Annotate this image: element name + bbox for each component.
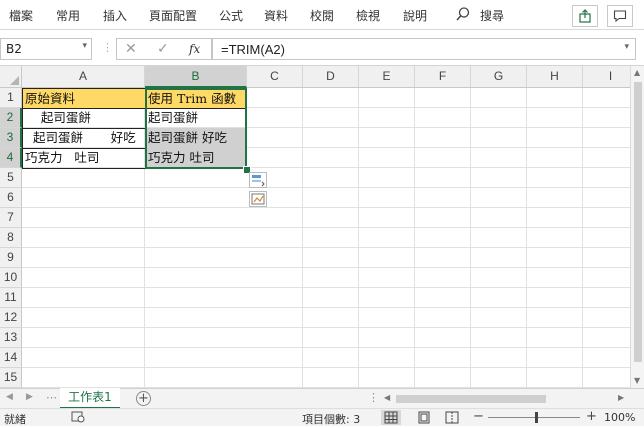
scroll-right-icon[interactable]: ▶ — [618, 393, 624, 402]
formula-text: =TRIM(A2) — [221, 42, 285, 57]
formula-input[interactable]: =TRIM(A2) ▾ — [212, 38, 636, 60]
cell-a4[interactable]: 巧克力 吐司 — [22, 148, 146, 169]
scroll-thumb[interactable] — [634, 82, 642, 362]
cell-b1[interactable]: 使用 Trim 函數 — [145, 88, 247, 109]
insert-function-icon[interactable]: fx — [189, 42, 200, 56]
zoom-in-button[interactable]: + — [586, 409, 597, 424]
row-header-4[interactable]: 4 — [0, 148, 22, 168]
add-sheet-button[interactable]: + — [136, 391, 151, 406]
column-header-b[interactable]: B — [145, 66, 247, 88]
column-header-c[interactable]: C — [247, 66, 303, 88]
cell-a3[interactable]: 起司蛋餅 好吃 — [22, 128, 146, 149]
cell-a2[interactable]: 起司蛋餅 — [22, 108, 146, 129]
comments-button[interactable] — [607, 5, 633, 27]
page-layout-view-icon[interactable] — [416, 410, 432, 425]
prev-sheet-icon[interactable]: ◀ — [6, 392, 13, 402]
row-header-5[interactable]: 5 — [0, 168, 22, 188]
column-header-g[interactable]: G — [471, 66, 527, 88]
tab-view[interactable]: 檢視 — [356, 7, 380, 24]
row-header-6[interactable]: 6 — [0, 188, 22, 208]
more-sheets-icon[interactable]: ⋯ — [46, 391, 57, 404]
ribbon-tab-bar: 檔案 常用 插入 頁面配置 公式 資料 校閱 檢視 說明 搜尋 — [0, 0, 644, 30]
more-dots-icon: ⋮ — [102, 41, 113, 54]
h-scroll-thumb[interactable] — [396, 395, 546, 403]
formula-buttons: ✕ ✓ fx — [116, 38, 212, 60]
normal-view-icon[interactable] — [381, 410, 401, 425]
share-icon — [579, 9, 591, 23]
share-button[interactable] — [572, 5, 598, 27]
search-label[interactable]: 搜尋 — [480, 7, 504, 24]
expand-formula-icon[interactable]: ▾ — [624, 42, 629, 52]
search-icon[interactable] — [455, 6, 471, 22]
chevron-down-icon[interactable]: ▾ — [82, 41, 87, 51]
column-header-a[interactable]: A — [22, 66, 145, 88]
status-mode: 就緒 — [4, 413, 26, 426]
scroll-up-icon[interactable]: ▲ — [634, 68, 640, 77]
vertical-scrollbar[interactable]: ▲ ▼ — [630, 66, 644, 388]
tab-home[interactable]: 常用 — [56, 7, 80, 24]
tab-insert[interactable]: 插入 — [103, 7, 127, 24]
tab-page-layout[interactable]: 頁面配置 — [149, 7, 197, 24]
tab-help[interactable]: 說明 — [403, 7, 427, 24]
scroll-left-icon[interactable]: ◀ — [384, 393, 390, 402]
tab-file[interactable]: 檔案 — [9, 7, 33, 24]
tab-formulas[interactable]: 公式 — [219, 7, 243, 24]
column-header-d[interactable]: D — [303, 66, 359, 88]
auto-fill-options-icon[interactable] — [249, 172, 267, 188]
cell-gridlines-right — [247, 88, 639, 388]
quick-analysis-icon[interactable] — [249, 191, 267, 207]
count-label: 項目個數: 3 — [302, 413, 361, 426]
tab-data[interactable]: 資料 — [264, 7, 288, 24]
status-bar: 就緒 項目個數: 3 − + 100% — [0, 408, 644, 426]
row-header-13[interactable]: 13 — [0, 328, 22, 348]
cell-b4[interactable]: 巧克力 吐司 — [145, 148, 247, 169]
sheet-tab-1[interactable]: 工作表1 — [60, 388, 120, 409]
sheet-splitter-icon[interactable]: ⋮ — [368, 391, 379, 404]
row-header-15[interactable]: 15 — [0, 368, 22, 388]
row-header-8[interactable]: 8 — [0, 228, 22, 248]
row-header-10[interactable]: 10 — [0, 268, 22, 288]
accessibility-icon[interactable] — [71, 411, 85, 423]
scroll-down-icon[interactable]: ▼ — [634, 376, 640, 385]
zoom-slider-track[interactable] — [488, 417, 580, 418]
next-sheet-icon[interactable]: ▶ — [26, 392, 33, 402]
horizontal-scrollbar[interactable]: ◀ ▶ — [382, 393, 630, 405]
row-header-14[interactable]: 14 — [0, 348, 22, 368]
cell-a1[interactable]: 原始資料 — [22, 88, 146, 109]
row-header-12[interactable]: 12 — [0, 308, 22, 328]
name-box-value: B2 — [6, 42, 22, 56]
row-header-11[interactable]: 11 — [0, 288, 22, 308]
row-header-2[interactable]: 2 — [0, 108, 22, 128]
select-all-button[interactable] — [0, 66, 22, 88]
page-break-view-icon[interactable] — [444, 410, 460, 425]
tab-review[interactable]: 校閱 — [310, 7, 334, 24]
row-header-1[interactable]: 1 — [0, 88, 22, 108]
worksheet-grid[interactable]: A B C D E F G H I 1 2 3 4 5 6 7 8 9 10 1… — [0, 66, 644, 388]
sheet-tab-bar: ◀ ▶ ⋯ 工作表1 + ⋮ ◀ ▶ — [0, 388, 644, 409]
name-box[interactable]: B2 ▾ — [0, 38, 92, 60]
column-header-e[interactable]: E — [359, 66, 415, 88]
row-header-9[interactable]: 9 — [0, 248, 22, 268]
column-header-f[interactable]: F — [415, 66, 471, 88]
column-header-h[interactable]: H — [527, 66, 583, 88]
cancel-icon[interactable]: ✕ — [125, 41, 137, 57]
row-header-3[interactable]: 3 — [0, 128, 22, 148]
row-header-7[interactable]: 7 — [0, 208, 22, 228]
formula-bar: B2 ▾ ⋮ ✕ ✓ fx =TRIM(A2) ▾ — [0, 30, 644, 66]
zoom-slider-thumb[interactable] — [535, 412, 538, 423]
zoom-out-button[interactable]: − — [473, 409, 484, 424]
cell-b2[interactable]: 起司蛋餅 — [145, 108, 247, 129]
comment-icon — [613, 10, 627, 23]
zoom-level[interactable]: 100% — [604, 411, 635, 424]
enter-icon[interactable]: ✓ — [157, 41, 169, 57]
cell-b3[interactable]: 起司蛋餅 好吃 — [145, 128, 247, 149]
